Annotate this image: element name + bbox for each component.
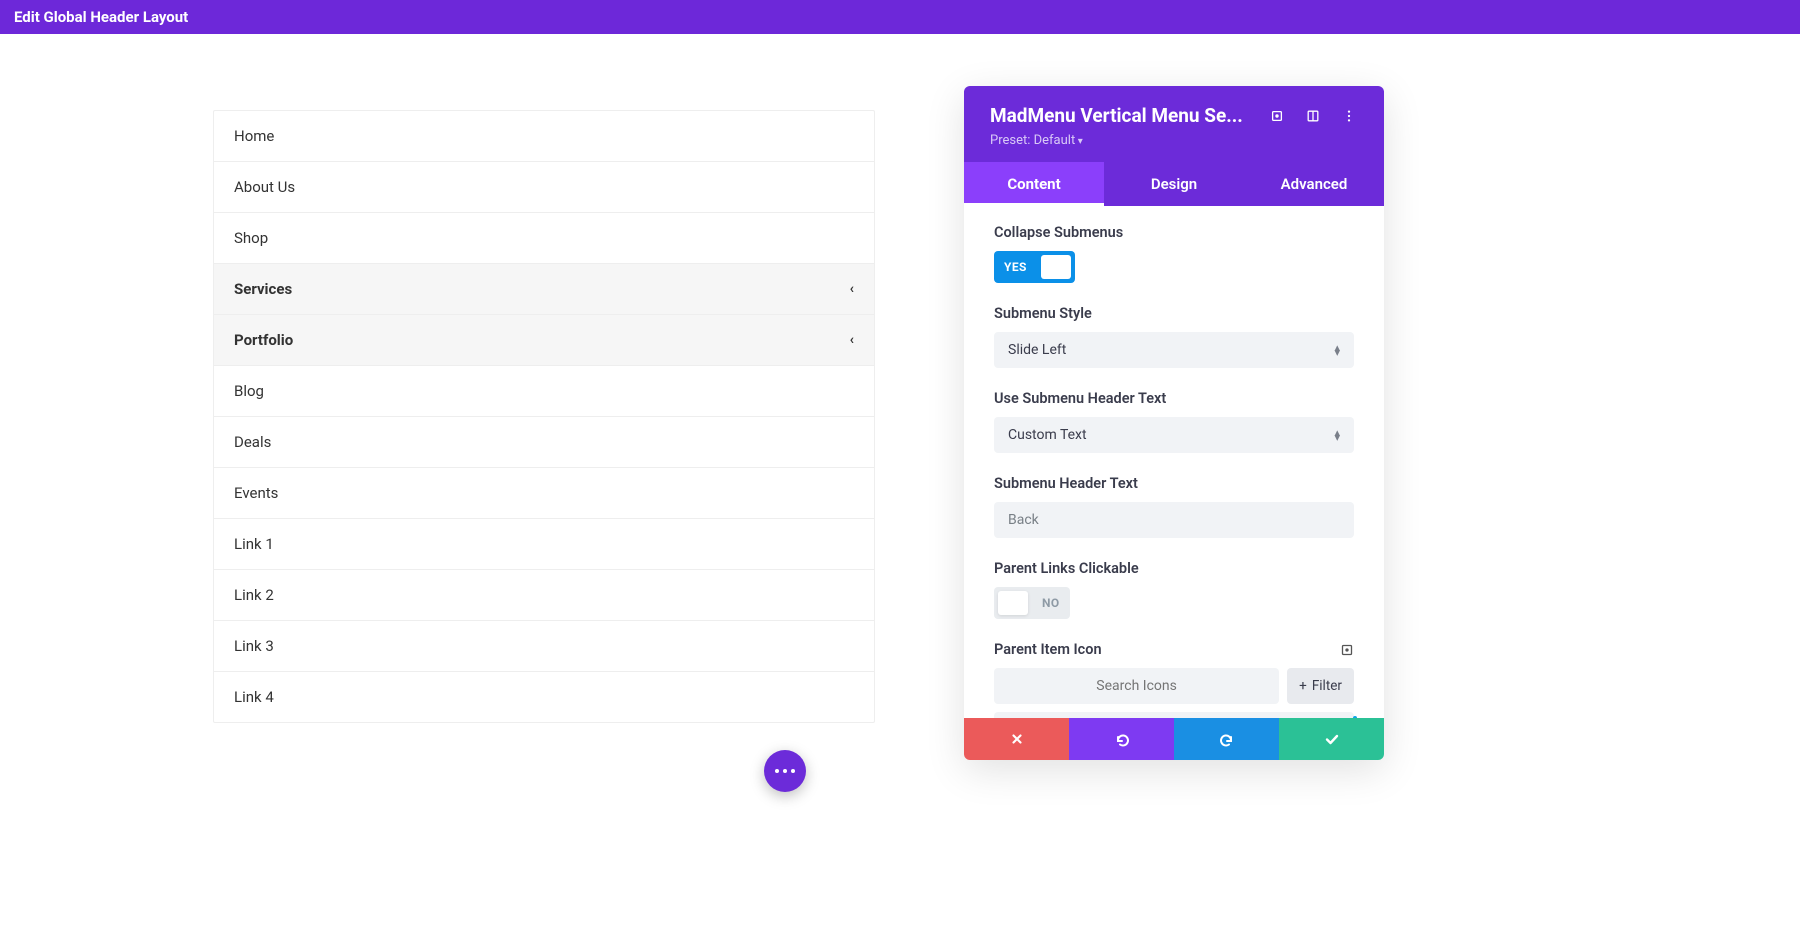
menu-item-blog[interactable]: Blog xyxy=(214,366,874,417)
cancel-button[interactable] xyxy=(964,718,1069,760)
save-button[interactable] xyxy=(1279,718,1384,760)
panel-footer xyxy=(964,718,1384,760)
preset-dropdown[interactable]: Preset: Default xyxy=(990,133,1358,148)
toggle-knob xyxy=(1041,255,1071,279)
redo-button[interactable] xyxy=(1174,718,1279,760)
vertical-menu-module: Home About Us Shop Services‹ Portfolio‹ … xyxy=(213,110,875,723)
page-title: Edit Global Header Layout xyxy=(14,8,188,26)
icon-picker-grid[interactable]: ↑ ↓ ← → ↖ ↗ ↘ ↙ ↕ xyxy=(994,712,1354,718)
menu-item-about[interactable]: About Us xyxy=(214,162,874,213)
responsive-hover-icon[interactable] xyxy=(1340,643,1354,657)
icon-search-input[interactable] xyxy=(994,668,1279,704)
header-text-label: Submenu Header Text xyxy=(994,475,1354,492)
panel-header: MadMenu Vertical Menu Se... Preset: Defa… xyxy=(964,86,1384,162)
builder-fab-button[interactable] xyxy=(764,750,806,792)
submenu-style-label: Submenu Style xyxy=(994,305,1354,322)
tab-advanced[interactable]: Advanced xyxy=(1244,162,1384,206)
select-caret-icon: ▴▾ xyxy=(1334,430,1340,441)
chevron-left-icon: ‹ xyxy=(850,281,854,297)
parent-clickable-toggle[interactable]: NO xyxy=(994,587,1070,619)
icon-filter-button[interactable]: + Filter xyxy=(1287,668,1354,704)
select-caret-icon: ▴▾ xyxy=(1334,345,1340,356)
header-text-input[interactable] xyxy=(994,502,1354,538)
top-app-bar: Edit Global Header Layout xyxy=(0,0,1800,34)
menu-item-deals[interactable]: Deals xyxy=(214,417,874,468)
toggle-knob xyxy=(998,591,1028,615)
submenu-style-select[interactable]: Slide Left ▴▾ xyxy=(994,332,1354,368)
use-header-text-label: Use Submenu Header Text xyxy=(994,390,1354,407)
menu-item-link2[interactable]: Link 2 xyxy=(214,570,874,621)
menu-item-portfolio[interactable]: Portfolio‹ xyxy=(214,315,874,366)
builder-canvas: Home About Us Shop Services‹ Portfolio‹ … xyxy=(0,34,1800,914)
snap-icon[interactable] xyxy=(1304,107,1322,125)
menu-item-shop[interactable]: Shop xyxy=(214,213,874,264)
panel-body[interactable]: Collapse Submenus YES Submenu Style Slid… xyxy=(964,206,1384,718)
chevron-left-icon: ‹ xyxy=(850,332,854,348)
panel-title: MadMenu Vertical Menu Se... xyxy=(990,104,1254,127)
responsive-icon[interactable] xyxy=(1268,107,1286,125)
collapse-submenus-toggle[interactable]: YES xyxy=(994,251,1075,283)
plus-icon: + xyxy=(1299,678,1307,694)
more-vertical-icon[interactable] xyxy=(1340,107,1358,125)
menu-item-link3[interactable]: Link 3 xyxy=(214,621,874,672)
undo-button[interactable] xyxy=(1069,718,1174,760)
tab-design[interactable]: Design xyxy=(1104,162,1244,206)
parent-clickable-label: Parent Links Clickable xyxy=(994,560,1354,577)
menu-item-services[interactable]: Services‹ xyxy=(214,264,874,315)
tab-content[interactable]: Content xyxy=(964,162,1104,206)
parent-icon-label: Parent Item Icon xyxy=(994,641,1102,658)
use-header-text-select[interactable]: Custom Text ▴▾ xyxy=(994,417,1354,453)
selection-indicator xyxy=(1353,716,1357,718)
menu-item-events[interactable]: Events xyxy=(214,468,874,519)
panel-tabs: Content Design Advanced xyxy=(964,162,1384,206)
toggle-no-label: NO xyxy=(1032,596,1070,610)
select-value: Slide Left xyxy=(1008,342,1066,358)
collapse-submenus-label: Collapse Submenus xyxy=(994,224,1354,241)
select-value: Custom Text xyxy=(1008,427,1087,443)
toggle-yes-label: YES xyxy=(994,260,1037,274)
settings-panel: MadMenu Vertical Menu Se... Preset: Defa… xyxy=(964,86,1384,760)
menu-item-link1[interactable]: Link 1 xyxy=(214,519,874,570)
menu-item-home[interactable]: Home xyxy=(214,111,874,162)
menu-item-link4[interactable]: Link 4 xyxy=(214,672,874,722)
